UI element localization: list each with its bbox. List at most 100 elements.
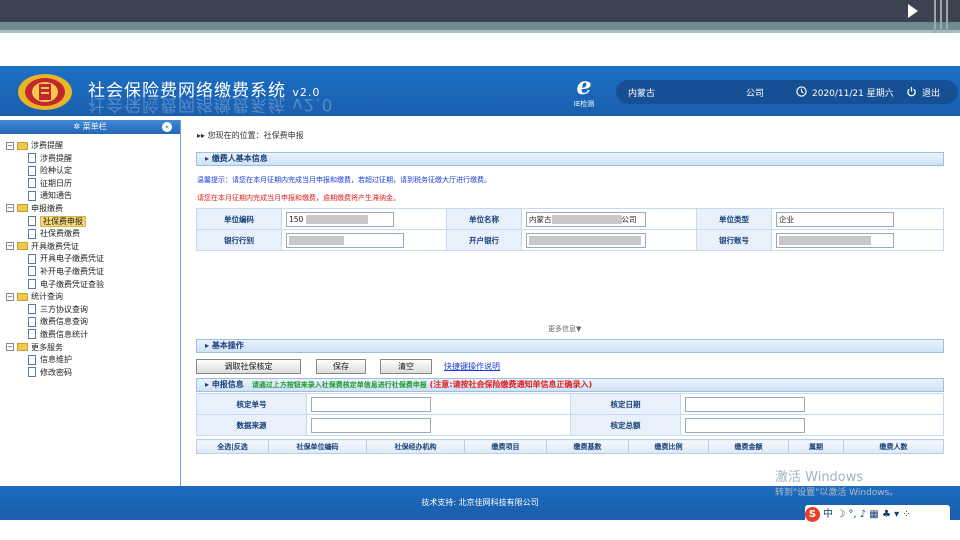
minus-icon[interactable]: −: [6, 242, 14, 251]
declare-grid-header: 全选|反选 社保单位编码 社保经办机构 缴费项目 缴费基数 缴费比例 缴费金额 …: [196, 439, 944, 454]
slide-white-line: [775, 44, 960, 46]
declare-info-table: 核定单号 核定日期 数据来源 核定总额: [196, 393, 944, 436]
datetime-label: 2020/11/21 星期六: [812, 89, 894, 99]
save-button[interactable]: 保存: [316, 359, 366, 374]
document-icon: [28, 354, 36, 365]
clear-button[interactable]: 清空: [380, 359, 432, 374]
document-icon: [28, 253, 36, 264]
slide-arrow-icon: [908, 4, 918, 18]
sogou-icon: S: [805, 506, 820, 522]
grid-icon[interactable]: ⁘: [902, 509, 910, 520]
sidebar-header: ✲ 菜单栏 «: [0, 120, 180, 134]
menu-item[interactable]: 缴费信息统计: [6, 329, 180, 342]
menu-item[interactable]: 电子缴费凭证查验: [6, 279, 180, 292]
gear-icon: ✲: [73, 122, 81, 131]
ime-toolbar[interactable]: S中 ☽ °, ♪ ▦ ♣ ▾ ⁘: [805, 505, 950, 525]
logout-link[interactable]: 退出: [922, 86, 940, 99]
unit-name-field[interactable]: 内蒙古 公司: [526, 211, 646, 227]
fetch-check-button[interactable]: 调取社保核定: [196, 359, 301, 374]
column-header: 缴费人数: [843, 439, 944, 454]
minus-icon[interactable]: −: [6, 141, 14, 150]
region-label: 内蒙古: [628, 89, 656, 99]
menu-item[interactable]: 险种认定: [6, 165, 180, 178]
company-label: 公司: [746, 89, 765, 99]
data-source-label: 数据来源: [196, 414, 307, 436]
breadcrumb: ▸▸ 您现在的位置：社保费申报: [197, 131, 304, 140]
folder-icon: [17, 343, 28, 351]
menu-group[interactable]: − 申报缴费: [6, 203, 180, 216]
document-icon: [28, 329, 36, 340]
document-icon: [28, 367, 36, 378]
punctuation-icon[interactable]: °,: [848, 509, 856, 520]
notice-blue: 温馨提示：请您在本月征期内完成当月申报和缴费，若超过征期，请到税务征缴大厅进行缴…: [197, 176, 491, 184]
check-total-field[interactable]: [685, 417, 805, 433]
menu-item[interactable]: 缴费信息查询: [6, 316, 180, 329]
ie-check-button[interactable]: e IE检测: [567, 73, 601, 113]
document-icon: [28, 190, 36, 201]
keyboard-icon[interactable]: ▦: [869, 509, 878, 520]
declare-section-header: ▸ 申报信息 请通过上方按钮来录入社保费核定单信息进行社保费申报 (注意:请按社…: [196, 378, 944, 392]
menu-item[interactable]: 三方协议查询: [6, 304, 180, 317]
tax-emblem-logo: [18, 74, 72, 110]
menu-item[interactable]: 修改密码: [6, 367, 180, 380]
sidebar: ✲ 菜单栏 « − 涉费提醒 涉费提醒 险种认定 征期日历 通知通告 − 申报缴费 …: [0, 120, 181, 486]
data-source-field[interactable]: [311, 417, 431, 433]
bank-open-field[interactable]: [526, 232, 646, 248]
menu-item[interactable]: 开具电子缴费凭证: [6, 253, 180, 266]
menu-group[interactable]: − 统计查询: [6, 291, 180, 304]
minus-icon[interactable]: −: [6, 292, 14, 301]
menu-item[interactable]: 征期日历: [6, 178, 180, 191]
menu-tree: − 涉费提醒 涉费提醒 险种认定 征期日历 通知通告 − 申报缴费 社保费申报 社保…: [0, 134, 180, 379]
minus-icon[interactable]: −: [6, 204, 14, 213]
menu-item[interactable]: 社保费缴费: [6, 228, 180, 241]
bank-open-label: 开户银行: [446, 229, 522, 251]
column-header: 社保单位编码: [268, 439, 367, 454]
column-header: 缴费基数: [546, 439, 629, 454]
slide-white-line: [570, 38, 890, 40]
minus-icon[interactable]: −: [6, 343, 14, 351]
power-icon[interactable]: [906, 86, 917, 97]
bank-account-field[interactable]: [776, 232, 894, 248]
menu-item[interactable]: 补开电子缴费凭证: [6, 266, 180, 279]
slide-vbar: [940, 0, 942, 33]
shirt-icon[interactable]: ▾: [894, 509, 899, 520]
notice-red: 请您在本月征期内完成当月申报和缴费，逾期缴费将产生滞纳金。: [197, 194, 400, 202]
ops-section-header: ▸ 基本操作: [196, 339, 944, 353]
shortcut-help-link[interactable]: 快捷键操作说明: [444, 361, 500, 372]
unit-type-label: 单位类型: [696, 208, 772, 230]
menu-item[interactable]: 通知通告: [6, 190, 180, 203]
folder-icon: [17, 204, 28, 213]
check-date-field[interactable]: [685, 396, 805, 412]
slide-stripe: [0, 22, 960, 30]
windows-activation-watermark: 激活 Windows: [775, 470, 864, 485]
arrow-icon: ▸: [205, 380, 212, 389]
document-icon: [28, 266, 36, 277]
unit-code-field[interactable]: 150: [286, 211, 394, 227]
unit-type-field[interactable]: 企业: [776, 211, 894, 227]
menu-item[interactable]: 涉费提醒: [6, 153, 180, 166]
check-no-field[interactable]: [311, 396, 431, 412]
more-info-toggle[interactable]: 更多信息▼: [548, 324, 581, 334]
menu-item-selected[interactable]: 社保费申报: [6, 215, 180, 229]
menu-group[interactable]: − 开具缴费凭证: [6, 241, 180, 254]
skin-icon[interactable]: ♣: [882, 509, 891, 520]
bank-type-field[interactable]: [286, 232, 404, 248]
document-icon: [28, 178, 36, 189]
check-date-label: 核定日期: [570, 393, 681, 415]
user-info-bar: 内蒙古 公司 2020/11/21 星期六 退出: [616, 80, 958, 104]
clock-icon: [796, 86, 807, 97]
app-window: 社会保险费网络缴费系统 v2.0 社会保险费网络缴费系统 v2.0 e IE检测…: [0, 66, 960, 520]
slide-top-bar: [0, 0, 960, 22]
ie-icon: e: [576, 71, 592, 100]
menu-group[interactable]: − 更多服务: [6, 342, 180, 355]
collapse-icon[interactable]: «: [162, 122, 172, 132]
microphone-icon[interactable]: ♪: [860, 509, 866, 520]
unit-code-label: 单位编码: [196, 208, 282, 230]
menu-group[interactable]: − 涉费提醒: [6, 140, 180, 153]
arrow-icon: ▸: [205, 341, 212, 350]
select-all-toggle[interactable]: 全选|反选: [196, 439, 269, 454]
column-header: 社保经办机构: [366, 439, 465, 454]
windows-activation-hint: 转到"设置"以激活 Windows。: [775, 488, 899, 498]
menu-item[interactable]: 信息维护: [6, 354, 180, 367]
moon-icon[interactable]: ☽: [836, 509, 845, 520]
